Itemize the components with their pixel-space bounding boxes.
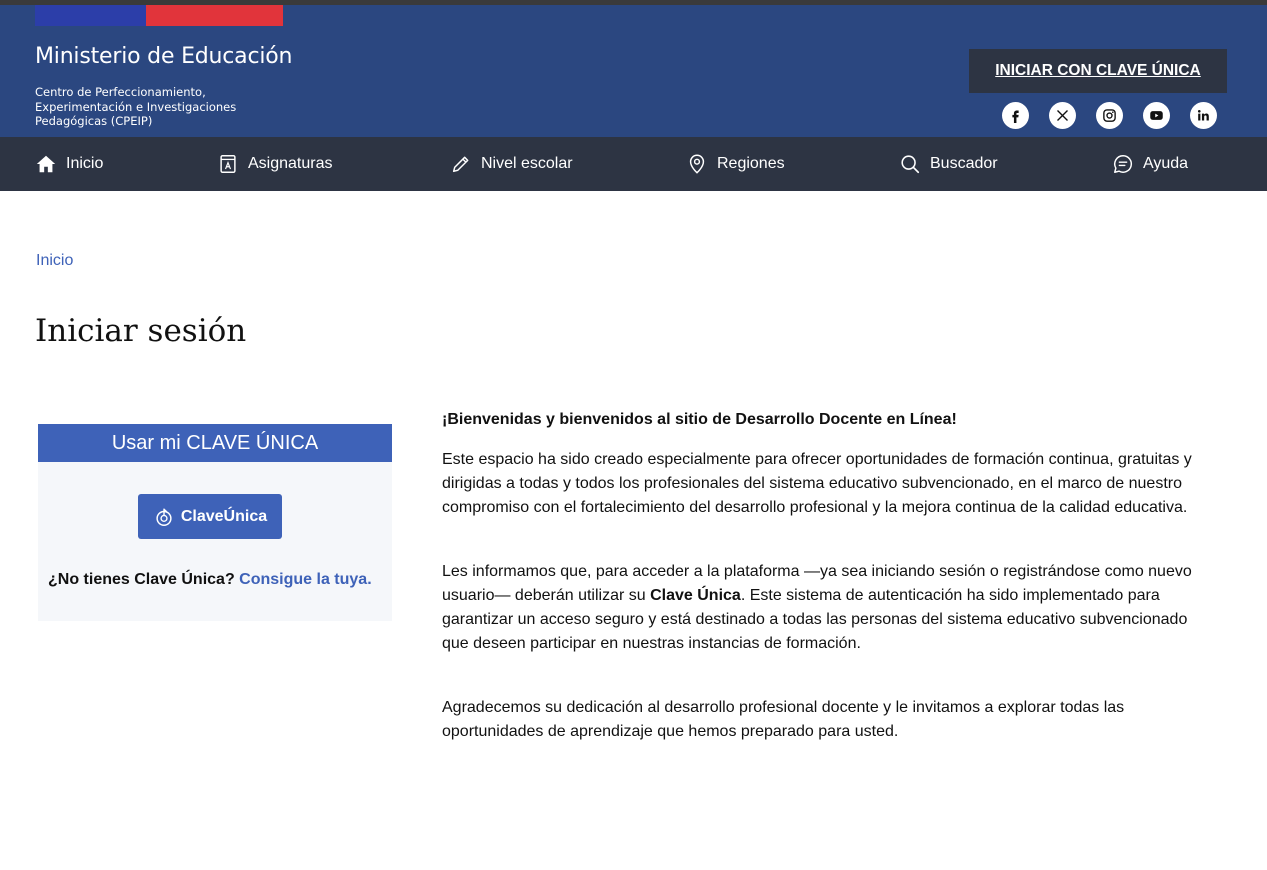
x-link[interactable]: [1049, 102, 1076, 129]
access-paragraph: Les informamos que, para acceder a la pl…: [442, 560, 1217, 656]
instagram-link[interactable]: [1096, 102, 1123, 129]
nav-label: Regiones: [717, 155, 785, 172]
flag-red: [146, 5, 283, 26]
nav-item-ayuda[interactable]: Ayuda: [1112, 137, 1188, 191]
thanks-paragraph: Agradecemos su dedicación al desarrollo …: [442, 699, 1125, 740]
nav-item-inicio[interactable]: Inicio: [35, 137, 103, 191]
main-nav: Inicio Asignaturas Nivel escolar Regione…: [0, 137, 1267, 191]
welcome-content: ¡Bienvenidas y bienvenidos al sitio de D…: [442, 408, 1217, 760]
nav-item-regiones[interactable]: Regiones: [686, 137, 785, 191]
facebook-icon: [1012, 110, 1019, 123]
no-account-line: ¿No tienes Clave Única? Consigue la tuya…: [48, 571, 372, 589]
no-account-text: ¿No tienes Clave Única?: [48, 571, 235, 588]
nav-label: Ayuda: [1143, 155, 1189, 172]
breadcrumb-home[interactable]: Inicio: [36, 252, 73, 270]
home-icon: [36, 155, 56, 173]
location-pin-icon: [689, 154, 705, 174]
search-icon: [901, 155, 920, 174]
pencil-icon: [452, 156, 469, 173]
clave-unica-button[interactable]: ClaveÚnica: [138, 494, 282, 539]
facebook-link[interactable]: [1002, 102, 1029, 129]
site-header: Ministerio de Educación Centro de Perfec…: [0, 5, 1267, 137]
flag-blue: [35, 5, 146, 26]
book-icon: [220, 155, 236, 173]
nav-label: Asignaturas: [248, 155, 333, 172]
intro-paragraph: Este espacio ha sido creado especialment…: [442, 451, 1192, 516]
x-icon: [1057, 110, 1068, 121]
nav-label: Buscador: [930, 155, 998, 172]
login-card-heading: Usar mi CLAVE ÚNICA: [38, 424, 392, 462]
login-clave-unica-button[interactable]: INICIAR CON CLAVE ÚNICA: [969, 49, 1227, 93]
chat-bubble-icon: [1114, 155, 1133, 173]
login-card: Usar mi CLAVE ÚNICA ClaveÚnica ¿No tiene…: [38, 424, 392, 621]
brand-title[interactable]: Ministerio de Educación: [35, 44, 292, 69]
brand-subtitle: Centro de Perfeccionamiento, Experimenta…: [35, 85, 237, 128]
nav-item-buscador[interactable]: Buscador: [899, 137, 998, 191]
clave-unica-icon: [156, 508, 172, 526]
nav-item-asignaturas[interactable]: Asignaturas: [217, 137, 333, 191]
youtube-icon: [1150, 111, 1163, 120]
nav-item-nivel-escolar[interactable]: Nivel escolar: [450, 137, 573, 191]
instagram-icon: [1103, 109, 1116, 122]
flag-stripe: [35, 5, 283, 26]
social-links: [1002, 102, 1217, 129]
access-text-bold: Clave Única: [650, 587, 741, 604]
nav-label: Inicio: [66, 155, 104, 172]
get-clave-unica-link[interactable]: Consigue la tuya.: [239, 571, 371, 588]
youtube-link[interactable]: [1143, 102, 1170, 129]
page-title: Iniciar sesión: [35, 313, 247, 349]
linkedin-icon: [1197, 109, 1209, 121]
linkedin-link[interactable]: [1190, 102, 1217, 129]
clave-unica-button-label: ClaveÚnica: [180, 507, 268, 525]
welcome-heading: ¡Bienvenidas y bienvenidos al sitio de D…: [442, 411, 957, 428]
nav-label: Nivel escolar: [481, 155, 573, 172]
